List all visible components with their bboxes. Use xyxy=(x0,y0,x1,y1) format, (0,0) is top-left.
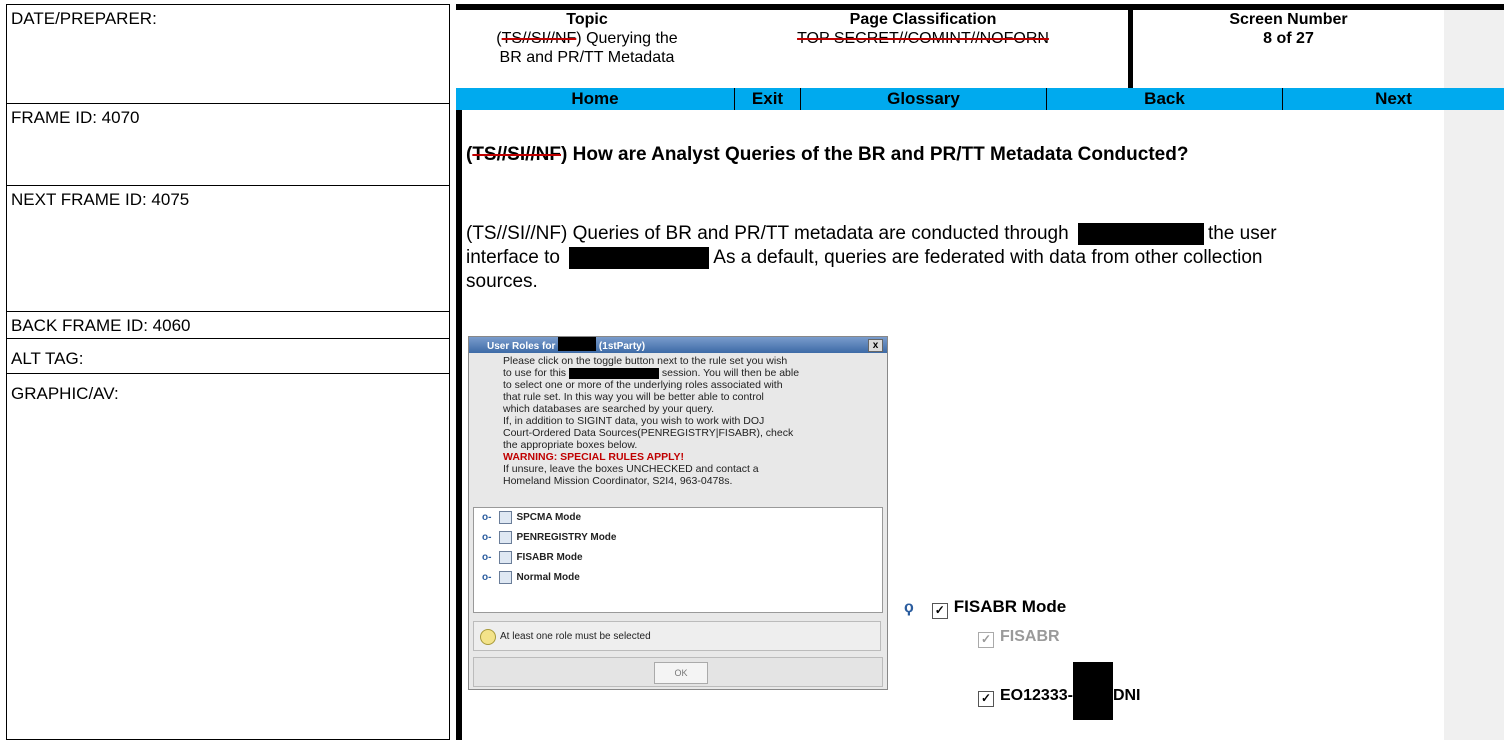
graphic-av-cell: GRAPHIC/AV: xyxy=(6,373,450,740)
screen-number-value: 8 of 27 xyxy=(1263,30,1314,47)
next-button[interactable]: Next xyxy=(1282,88,1504,110)
redaction-box xyxy=(1072,662,1113,720)
mode-item-normal[interactable]: o- Normal Mode xyxy=(474,568,882,588)
mode-item-fisabr[interactable]: o- FISABR Mode xyxy=(474,548,882,568)
classification-value: TOP SECRET//COMINT//NOFORN xyxy=(797,30,1049,47)
paragraph-text-3: interface to xyxy=(466,247,560,268)
back-button[interactable]: Back xyxy=(1046,88,1282,110)
topic-text-1: Querying the xyxy=(581,30,678,47)
next-frame-id-cell: NEXT FRAME ID: 4075 xyxy=(6,185,450,312)
paragraph-line-1: (TS//SI//NF) Queries of BR and PR/TT met… xyxy=(466,222,1446,246)
mode-checkbox[interactable] xyxy=(499,550,513,564)
topic-text-2: BR and PR/TT Metadata xyxy=(499,49,675,66)
tree-parent-checkbox[interactable]: ✓ xyxy=(931,603,948,619)
tree-parent[interactable]: ϙ ✓ FISABR Mode xyxy=(904,597,1066,619)
frame-id-cell: FRAME ID: 4070 xyxy=(6,103,450,186)
nav-bar: Home Exit Glossary Back Next xyxy=(456,88,1504,110)
mode-label: Normal Mode xyxy=(516,572,580,583)
dialog-line: Court-Ordered Data Sources(PENREGISTRY|F… xyxy=(503,427,794,439)
mode-checkbox[interactable] xyxy=(499,530,513,544)
dialog-line-part: to use for this xyxy=(503,367,567,379)
topic-marking: TS//SI//NF xyxy=(501,30,577,47)
paragraph-line-2: interface to As a default, queries are f… xyxy=(466,246,1446,270)
tree-child-eo12333[interactable]: ✓ EO12333- DNI xyxy=(978,662,1141,720)
glossary-button[interactable]: Glossary xyxy=(800,88,1046,110)
tree-child-label-suffix: DNI xyxy=(1112,687,1141,704)
tree-child-checkbox[interactable]: ✓ xyxy=(978,691,994,707)
graphic-av-label: GRAPHIC/AV: xyxy=(11,384,119,403)
classification-cell: Page Classification TOP SECRET//COMINT//… xyxy=(718,10,1128,88)
topic-line: (TS//SI//NF) Querying the xyxy=(496,30,678,47)
dialog-line: to select one or more of the underlying … xyxy=(503,379,783,391)
redaction-box xyxy=(1077,222,1204,245)
redaction-box xyxy=(569,246,710,269)
toggle-key-icon[interactable]: o- xyxy=(482,552,491,563)
tree-child-label: FISABR xyxy=(1000,628,1060,645)
dialog-line: If unsure, leave the boxes UNCHECKED and… xyxy=(503,463,759,475)
mode-list: o- SPCMA Mode o- PENREGISTRY Mode o- FISABR… xyxy=(473,507,883,613)
dialog-title-suffix: (1stParty) xyxy=(598,341,646,352)
ok-button[interactable]: OK xyxy=(654,662,708,684)
tree-child-checkbox[interactable]: ✓ xyxy=(978,632,994,648)
back-frame-id-cell: BACK FRAME ID: 4060 xyxy=(6,311,450,339)
dialog-warning: WARNING: SPECIAL RULES APPLY! xyxy=(503,451,685,463)
toggle-key-icon[interactable]: o- xyxy=(482,512,491,523)
dialog-close-button[interactable]: x xyxy=(868,339,883,352)
mode-checkbox[interactable] xyxy=(499,570,513,584)
dialog-button-bar: OK xyxy=(473,657,883,687)
paragraph-text-4: As a default, queries are federated with… xyxy=(713,247,1263,268)
tree-child-label: EO12333- xyxy=(1000,687,1073,704)
toggle-key-icon[interactable]: o- xyxy=(482,572,491,583)
paragraph-text-1: (TS//SI//NF) Queries of BR and PR/TT met… xyxy=(466,223,1069,244)
mode-label: FISABR Mode xyxy=(516,552,583,563)
exit-button[interactable]: Exit xyxy=(734,88,800,110)
heading-text: How are Analyst Queries of the BR and PR… xyxy=(567,144,1189,165)
dialog-title-bar: User Roles for (1stParty) x xyxy=(469,337,887,353)
date-preparer-cell: DATE/PREPARER: xyxy=(6,4,450,104)
dialog-hint-text: At least one role must be selected xyxy=(500,631,651,642)
tree-parent-label: FISABR Mode xyxy=(953,597,1067,616)
frame-id-label: FRAME ID: 4070 xyxy=(11,108,140,127)
user-roles-dialog: User Roles for (1stParty) x Please click… xyxy=(468,336,888,690)
classification-title: Page Classification xyxy=(849,11,997,28)
mode-label: SPCMA Mode xyxy=(516,512,582,523)
mode-item-penregistry[interactable]: o- PENREGISTRY Mode xyxy=(474,528,882,548)
toggle-key-icon[interactable]: ϙ xyxy=(904,599,914,616)
paragraph-line-3: sources. xyxy=(466,271,538,292)
redaction-box xyxy=(568,367,659,379)
home-button[interactable]: Home xyxy=(456,88,734,110)
screen-number-cell: Screen Number 8 of 27 xyxy=(1133,10,1444,88)
topic-title: Topic xyxy=(566,11,608,28)
back-frame-id-label: BACK FRAME ID: 4060 xyxy=(11,316,191,335)
next-frame-id-label: NEXT FRAME ID: 4075 xyxy=(11,190,190,209)
dialog-line: If, in addition to SIGINT data, you wish… xyxy=(503,415,765,427)
dialog-title-prefix: User Roles for xyxy=(487,341,556,352)
dialog-instructions: Please click on the toggle button next t… xyxy=(469,353,887,487)
paragraph-text-2: the user xyxy=(1207,223,1277,244)
alt-tag-label: ALT TAG: xyxy=(11,349,84,368)
alt-tag-cell: ALT TAG: xyxy=(6,338,450,374)
content-paragraph: (TS//SI//NF) Queries of BR and PR/TT met… xyxy=(466,222,1446,294)
toggle-key-icon[interactable]: o- xyxy=(482,532,491,543)
screen-number-title: Screen Number xyxy=(1229,11,1348,28)
dialog-line: which databases are searched by your que… xyxy=(503,403,715,415)
dialog-line: the appropriate boxes below. xyxy=(503,439,638,451)
dialog-line: to use for this session. You will then b… xyxy=(503,367,877,379)
dialog-line: Please click on the toggle button next t… xyxy=(503,355,788,367)
dialog-line: Homeland Mission Coordinator, S2I4, 963-… xyxy=(503,475,733,487)
redaction-box xyxy=(558,337,597,351)
lightbulb-icon xyxy=(480,629,496,645)
dialog-line: that rule set. In this way you will be b… xyxy=(503,391,764,403)
heading-marking: TS//SI//NF xyxy=(472,144,562,165)
right-gray-strip xyxy=(1444,10,1504,740)
tree-child-fisabr[interactable]: ✓ FISABR xyxy=(978,628,1060,648)
mode-checkbox[interactable] xyxy=(499,510,513,524)
dialog-line-part: session. You will then be able xyxy=(661,367,800,379)
date-preparer-label: DATE/PREPARER: xyxy=(11,9,157,28)
mode-item-spcma[interactable]: o- SPCMA Mode xyxy=(474,508,882,528)
mode-label: PENREGISTRY Mode xyxy=(516,532,617,543)
dialog-hint: At least one role must be selected xyxy=(473,621,881,651)
topic-cell: Topic (TS//SI//NF) Querying the BR and P… xyxy=(456,10,718,88)
content-heading: (TS//SI//NF) How are Analyst Queries of … xyxy=(466,144,1189,165)
